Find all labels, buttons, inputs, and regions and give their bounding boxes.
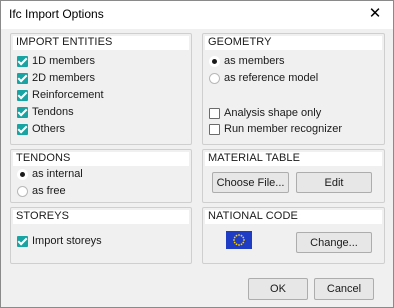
- radio-selected-icon[interactable]: [17, 168, 28, 180]
- close-icon[interactable]: ✕: [367, 5, 383, 23]
- material-table-group: MATERIAL TABLE Choose File... Edit: [202, 149, 385, 203]
- radio-label: as free: [32, 185, 66, 197]
- checkbox-label: Import storeys: [32, 235, 102, 247]
- title-bar: Ifc Import Options ✕: [1, 1, 393, 29]
- radio-as-free[interactable]: as free: [17, 183, 66, 199]
- import-entities-group: IMPORT ENTITIES 1D members 2D members Re…: [10, 33, 192, 145]
- checkbox-checked-icon[interactable]: [17, 235, 28, 247]
- edit-button[interactable]: Edit: [296, 172, 372, 193]
- storeys-header: STOREYS: [13, 210, 189, 224]
- eu-flag-icon: [226, 231, 252, 249]
- national-code-group: NATIONAL CODE Change...: [202, 207, 385, 264]
- window-title: Ifc Import Options: [9, 7, 104, 21]
- material-table-header: MATERIAL TABLE: [205, 152, 382, 166]
- checkbox-checked-icon[interactable]: [17, 72, 28, 84]
- radio-unselected-icon[interactable]: [17, 185, 28, 197]
- checkbox-checked-icon[interactable]: [17, 89, 28, 101]
- checkbox-tendons[interactable]: Tendons: [17, 104, 74, 120]
- radio-label: as reference model: [224, 72, 319, 84]
- checkbox-others[interactable]: Others: [17, 121, 65, 137]
- checkbox-label: Analysis shape only: [224, 107, 322, 119]
- checkbox-2d-members[interactable]: 2D members: [17, 70, 95, 86]
- checkbox-label: 2D members: [32, 72, 95, 84]
- cancel-button[interactable]: Cancel: [314, 278, 374, 300]
- radio-as-internal[interactable]: as internal: [17, 166, 83, 182]
- eu-stars-icon: [233, 234, 245, 246]
- checkbox-unchecked-icon[interactable]: [209, 107, 220, 119]
- checkbox-analysis-shape-only[interactable]: Analysis shape only: [209, 105, 321, 121]
- checkbox-label: Reinforcement: [32, 89, 104, 101]
- choose-file-button[interactable]: Choose File...: [212, 172, 289, 193]
- tendons-header: TENDONS: [13, 152, 189, 166]
- radio-as-reference-model[interactable]: as reference model: [209, 70, 318, 86]
- geometry-header: GEOMETRY: [205, 36, 382, 50]
- import-entities-header: IMPORT ENTITIES: [13, 36, 189, 50]
- checkbox-checked-icon[interactable]: [17, 123, 28, 135]
- checkbox-run-member-recognizer[interactable]: Run member recognizer: [209, 121, 342, 137]
- checkbox-label: Tendons: [32, 106, 74, 118]
- checkbox-reinforcement[interactable]: Reinforcement: [17, 87, 104, 103]
- radio-label: as internal: [32, 168, 83, 180]
- ifc-import-options-dialog: Ifc Import Options ✕ IMPORT ENTITIES 1D …: [0, 0, 394, 308]
- national-code-header: NATIONAL CODE: [205, 210, 382, 224]
- checkbox-import-storeys[interactable]: Import storeys: [17, 233, 102, 249]
- change-national-code-button[interactable]: Change...: [296, 232, 372, 253]
- ok-button[interactable]: OK: [248, 278, 308, 300]
- checkbox-label: Others: [32, 123, 66, 135]
- checkbox-1d-members[interactable]: 1D members: [17, 53, 95, 69]
- radio-unselected-icon[interactable]: [209, 72, 220, 84]
- checkbox-label: Run member recognizer: [224, 123, 342, 135]
- radio-as-members[interactable]: as members: [209, 53, 285, 69]
- radio-label: as members: [224, 55, 285, 67]
- geometry-group: GEOMETRY as members as reference model A…: [202, 33, 385, 145]
- checkbox-checked-icon[interactable]: [17, 106, 28, 118]
- checkbox-unchecked-icon[interactable]: [209, 123, 220, 135]
- radio-selected-icon[interactable]: [209, 55, 220, 67]
- storeys-group: STOREYS Import storeys: [10, 207, 192, 264]
- checkbox-label: 1D members: [32, 55, 95, 67]
- checkbox-checked-icon[interactable]: [17, 55, 28, 67]
- tendons-group: TENDONS as internal as free: [10, 149, 192, 203]
